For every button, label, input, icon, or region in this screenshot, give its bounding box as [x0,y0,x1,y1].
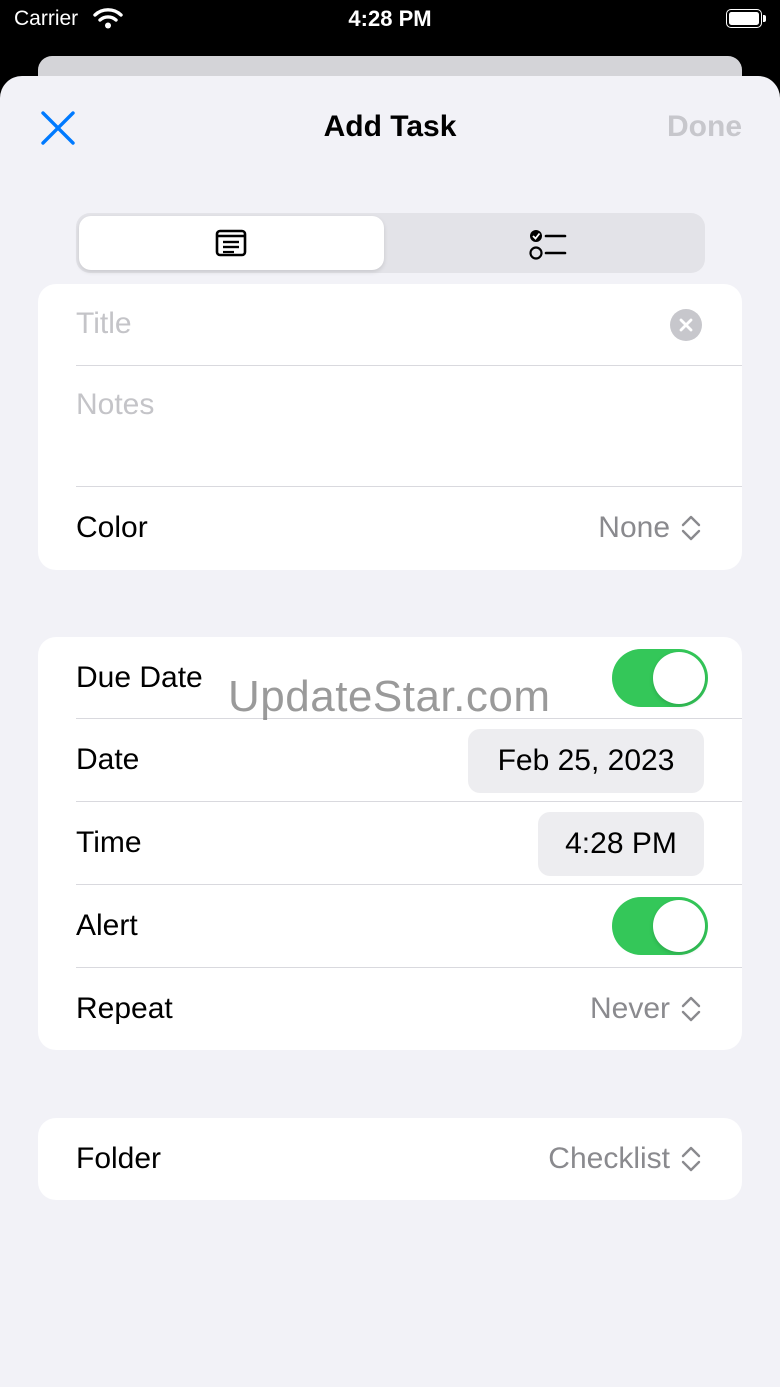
done-button[interactable]: Done [667,110,742,144]
repeat-value[interactable]: Never [590,992,670,1026]
time-row: Time 4:28 PM [76,802,742,885]
battery-icon [726,9,766,28]
chevron-up-down-icon [680,514,702,547]
date-row: Date Feb 25, 2023 [76,719,742,802]
color-label: Color [76,511,148,544]
date-label: Date [76,743,140,776]
date-picker-button[interactable]: Feb 25, 2023 [468,729,704,793]
segment-details[interactable] [79,216,384,270]
folder-row[interactable]: Folder Checklist [76,1118,742,1200]
title-input[interactable]: Title [76,307,132,341]
segment-checklist[interactable] [387,216,702,270]
page-title: Add Task [323,110,457,143]
alert-toggle[interactable] [612,897,708,955]
repeat-row[interactable]: Repeat Never [76,968,742,1050]
folder-label: Folder [76,1142,162,1175]
clear-icon[interactable] [670,309,702,341]
chevron-up-down-icon [680,995,702,1028]
due-date-label: Due Date [76,661,203,694]
task-details-card: Title Notes Color None [38,284,742,570]
color-row[interactable]: Color None [76,487,742,570]
watermark: UpdateStar.com [228,672,551,721]
notes-input[interactable]: Notes [76,388,154,422]
chevron-up-down-icon [680,1145,702,1178]
details-icon [215,229,247,262]
checklist-icon [529,228,567,267]
time-label: Time [76,826,142,859]
time-picker-button[interactable]: 4:28 PM [538,812,704,876]
due-date-toggle[interactable] [612,649,708,707]
alert-label: Alert [76,909,138,942]
repeat-label: Repeat [76,992,173,1025]
segmented-control [76,213,705,273]
title-row[interactable]: Title [76,284,742,366]
notes-row[interactable]: Notes [76,366,742,487]
folder-value[interactable]: Checklist [548,1142,670,1176]
folder-card: Folder Checklist [38,1118,742,1200]
color-value[interactable]: None [598,511,670,545]
alert-row: Alert [76,885,742,968]
status-time: 4:28 PM [348,6,432,31]
status-bar: Carrier 4:28 PM [0,0,780,40]
